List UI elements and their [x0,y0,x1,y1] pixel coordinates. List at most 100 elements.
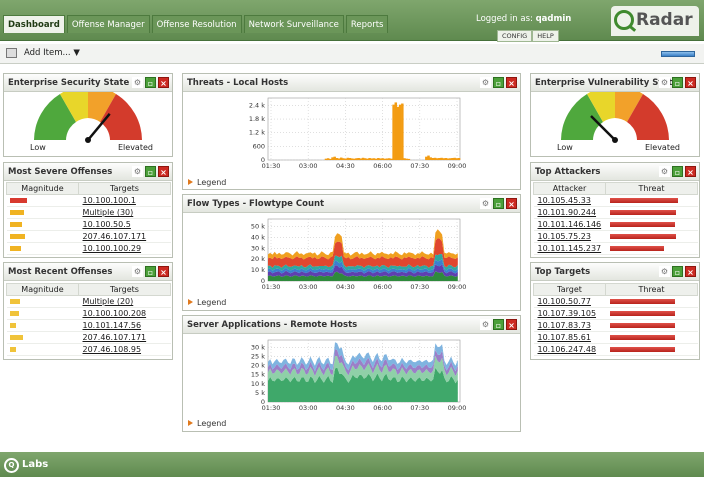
table-row[interactable]: 10.107.83.73 [533,319,698,332]
settings-icon[interactable]: ⚙ [132,266,143,277]
target-link[interactable]: Multiple (20) [78,295,171,308]
table-row[interactable]: 10.100.100.1 [6,194,171,207]
data-bar [333,156,336,160]
close-icon[interactable]: × [685,266,696,277]
maximize-icon[interactable]: ▫ [493,198,504,209]
y-tick-label: 30 k [251,244,265,252]
ip-link[interactable]: 10.105.75.23 [533,230,606,243]
close-icon[interactable]: × [685,77,696,88]
maximize-icon[interactable]: ▫ [145,77,156,88]
ip-link[interactable]: 10.101.146.146 [533,218,606,231]
severe-offenses-table: Magnitude Targets 10.100.100.1 Multiple (… [6,182,171,255]
tab-offense-manager[interactable]: Offense Manager [66,15,150,33]
table-row[interactable]: 207.46.107.171 [6,331,171,344]
legend-toggle[interactable]: Legend [188,419,226,428]
print-icon[interactable] [6,48,17,58]
data-bar [326,158,330,160]
settings-icon[interactable]: ⚙ [480,77,491,88]
table-row[interactable]: 10.107.39.105 [533,307,698,320]
legend-toggle[interactable]: Legend [188,178,226,187]
target-link[interactable]: 10.100.100.208 [78,307,171,320]
legend-toggle[interactable]: Legend [188,298,226,307]
q-logo-icon [614,10,637,32]
add-item-dropdown[interactable]: Add Item... ▼ [24,48,80,58]
target-link[interactable]: 207.46.107.171 [78,230,171,243]
target-link[interactable]: 10.101.147.56 [78,319,171,332]
help-link[interactable]: HELP [532,30,559,42]
ip-link[interactable]: 10.107.85.61 [533,331,606,344]
ip-link[interactable]: 10.101.90.244 [533,206,606,219]
panel-threats-local-hosts: Threats - Local Hosts ⚙ ▫ × 0 600 1.2 k 1.8… [182,73,521,190]
table-row[interactable]: Multiple (30) [6,206,171,219]
ip-link[interactable]: 10.101.145.237 [533,242,606,255]
y-tick-label: 50 k [251,222,265,230]
target-link[interactable]: 10.100.100.29 [78,242,171,255]
target-link[interactable]: Multiple (30) [78,206,171,219]
gauge-high-label: Elevated [645,143,680,152]
maximize-icon[interactable]: ▫ [145,166,156,177]
table-row[interactable]: 10.101.145.237 [533,242,698,255]
target-link[interactable]: 207.46.108.95 [78,343,171,356]
maximize-icon[interactable]: ▫ [672,77,683,88]
ip-link[interactable]: 10.105.45.33 [533,194,606,207]
maximize-icon[interactable]: ▫ [493,77,504,88]
config-link[interactable]: CONFIG [497,30,533,42]
col-threat[interactable]: Threat [605,283,698,296]
maximize-icon[interactable]: ▫ [672,266,683,277]
close-icon[interactable]: × [158,266,169,277]
settings-icon[interactable]: ⚙ [659,77,670,88]
col-magnitude[interactable]: Magnitude [6,283,79,296]
col-target[interactable]: Target [533,283,606,296]
brand-name: Radar [636,10,693,30]
table-row[interactable]: 10.101.146.146 [533,218,698,231]
settings-icon[interactable]: ⚙ [659,166,670,177]
tab-network-surveillance[interactable]: Network Surveillance [243,15,344,33]
panel-title: Most Severe Offenses [8,167,113,177]
tab-offense-resolution[interactable]: Offense Resolution [151,15,242,33]
table-row[interactable]: Multiple (20) [6,295,171,308]
table-row[interactable]: 10.106.247.48 [533,343,698,356]
settings-icon[interactable]: ⚙ [132,77,143,88]
col-magnitude[interactable]: Magnitude [6,182,79,195]
table-row[interactable]: 10.105.45.33 [533,194,698,207]
settings-icon[interactable]: ⚙ [480,319,491,330]
col-targets[interactable]: Targets [78,283,171,296]
table-row[interactable]: 10.101.90.244 [533,206,698,219]
target-link[interactable]: 10.100.50.5 [78,218,171,231]
col-attacker[interactable]: Attacker [533,182,606,195]
ip-link[interactable]: 10.106.247.48 [533,343,606,356]
settings-icon[interactable]: ⚙ [480,198,491,209]
target-link[interactable]: 10.100.100.1 [78,194,171,207]
table-row[interactable]: 10.101.147.56 [6,319,171,332]
col-targets[interactable]: Targets [78,182,171,195]
col-threat[interactable]: Threat [605,182,698,195]
ip-link[interactable]: 10.107.83.73 [533,319,606,332]
table-row[interactable]: 207.46.107.171 [6,230,171,243]
target-link[interactable]: 207.46.107.171 [78,331,171,344]
settings-icon[interactable]: ⚙ [659,266,670,277]
table-row[interactable]: 10.100.100.208 [6,307,171,320]
close-icon[interactable]: × [158,166,169,177]
close-icon[interactable]: × [158,77,169,88]
data-bar [457,158,461,160]
maximize-icon[interactable]: ▫ [493,319,504,330]
table-row[interactable]: 207.46.108.95 [6,343,171,356]
recent-offenses-table: Magnitude Targets Multiple (20) 10.100.10… [6,283,171,356]
close-icon[interactable]: × [685,166,696,177]
table-row[interactable]: 10.100.100.29 [6,242,171,255]
maximize-icon[interactable]: ▫ [145,266,156,277]
top-targets-table: Target Threat 10.100.50.77 10.107.39.105 1… [533,283,698,356]
tab-dashboard[interactable]: Dashboard [3,15,65,33]
table-row[interactable]: 10.100.50.5 [6,218,171,231]
ip-link[interactable]: 10.107.39.105 [533,307,606,320]
table-row[interactable]: 10.105.75.23 [533,230,698,243]
tab-reports[interactable]: Reports [345,15,389,33]
table-row[interactable]: 10.107.85.61 [533,331,698,344]
close-icon[interactable]: × [506,77,517,88]
close-icon[interactable]: × [506,198,517,209]
ip-link[interactable]: 10.100.50.77 [533,295,606,308]
close-icon[interactable]: × [506,319,517,330]
table-row[interactable]: 10.100.50.77 [533,295,698,308]
settings-icon[interactable]: ⚙ [132,166,143,177]
maximize-icon[interactable]: ▫ [672,166,683,177]
